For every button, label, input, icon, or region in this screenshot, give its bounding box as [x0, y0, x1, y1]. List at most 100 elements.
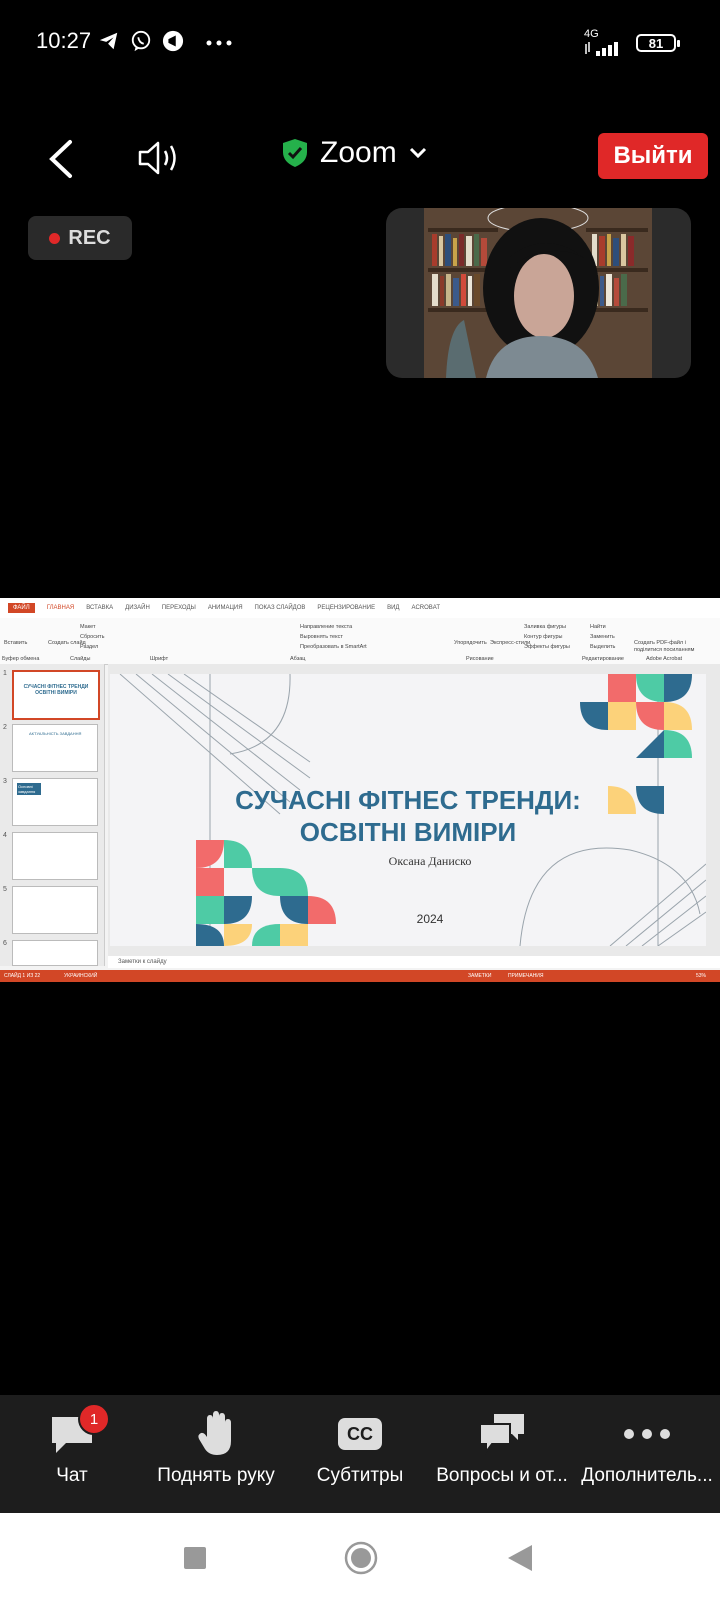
zoom-level: 53%	[696, 973, 707, 979]
ribbon-tab-animation[interactable]: АНИМАЦИЯ	[208, 605, 243, 611]
ribbon-tab-insert[interactable]: ВСТАВКА	[86, 605, 113, 611]
signal-icon	[585, 42, 618, 56]
ribbon-tabs: ФАЙЛ ГЛАВНАЯ ВСТАВКА ДИЗАЙН ПЕРЕХОДЫ АНИ…	[0, 598, 720, 618]
hand-icon	[198, 1411, 231, 1455]
meeting-title-label: Zoom	[320, 136, 397, 169]
recording-label: REC	[68, 226, 111, 249]
ribbon-shape-outline[interactable]: Контур фигуры	[524, 634, 562, 640]
slide-thumbnails[interactable]: 1 СУЧАСНІ ФІТНЕС ТРЕНДИ ОСВІТНІ ВИМІРИ 2…	[0, 664, 105, 966]
leave-button[interactable]: Выйти	[598, 133, 708, 179]
subtitles-button[interactable]: CC Субтитры	[310, 1395, 410, 1513]
slide-thumbnail[interactable]	[12, 940, 98, 966]
ribbon-text-direction[interactable]: Направление текста	[300, 624, 352, 630]
comments-toggle[interactable]: ПРИМЕЧАНИЯ	[508, 970, 544, 982]
cc-icon: CC	[338, 1418, 382, 1450]
slide-counter: СЛАЙД 1 ИЗ 22	[4, 973, 41, 979]
ribbon-tab-acrobat[interactable]: ACROBAT	[411, 605, 440, 611]
raise-hand-label: Поднять руку	[157, 1465, 275, 1486]
telegram-icon	[99, 32, 118, 50]
ribbon-tab-file[interactable]: ФАЙЛ	[8, 603, 35, 613]
slide-number: 6	[3, 940, 7, 947]
more-dots-icon	[206, 40, 232, 46]
slide-number: 5	[3, 886, 7, 893]
back-chevron-icon[interactable]	[46, 138, 74, 180]
slide-thumbnail[interactable]: АКТУАЛЬНІСТЬ ЗАВДАННЯ	[12, 724, 98, 772]
ribbon-tab-review[interactable]: РЕЦЕНЗИРОВАНИЕ	[317, 605, 375, 611]
thumb-title: Основні завдання	[17, 783, 41, 795]
slide-editor[interactable]: СУЧАСНІ ФІТНЕС ТРЕНДИ: ОСВІТНІ ВИМІРИ Ок…	[108, 664, 720, 956]
meeting-toolbar: 1 Чат Поднять руку CC Субтитры Вопросы и…	[0, 1395, 720, 1513]
shared-screen[interactable]: ФАЙЛ ГЛАВНАЯ ВСТАВКА ДИЗАЙН ПЕРЕХОДЫ АНИ…	[0, 598, 720, 982]
slide-thumbnail[interactable]: Основні завдання	[12, 778, 98, 826]
slide-number: 2	[3, 724, 7, 731]
slide-thumbnail[interactable]: СУЧАСНІ ФІТНЕС ТРЕНДИ ОСВІТНІ ВИМІРИ	[12, 670, 100, 720]
qa-bubbles-icon	[479, 1414, 524, 1455]
current-slide[interactable]: СУЧАСНІ ФІТНЕС ТРЕНДИ: ОСВІТНІ ВИМІРИ Ок…	[110, 674, 706, 946]
ribbon-tab-view[interactable]: ВИД	[387, 605, 399, 611]
ribbon-group-font: Шрифт	[150, 656, 169, 662]
ribbon-shape-fill[interactable]: Заливка фигуры	[524, 624, 566, 630]
ribbon-paste[interactable]: Вставить	[4, 640, 27, 646]
qa-button[interactable]: Вопросы и от...	[432, 1395, 572, 1513]
battery-icon: 81	[636, 34, 680, 52]
app-status-bar: СЛАЙД 1 ИЗ 22 УКРАИНСКИЙ ЗАМЕТКИ ПРИМЕЧА…	[0, 970, 720, 982]
chat-button[interactable]: 1 Чат	[40, 1395, 110, 1513]
subtitles-label: Субтитры	[316, 1465, 404, 1486]
ribbon-create-pdf[interactable]: Создать PDF-файл і поділитися посиланням	[634, 640, 714, 654]
slide-number: 1	[3, 670, 7, 677]
ribbon-group-acrobat: Adobe Acrobat	[646, 656, 683, 662]
chat-label: Чат	[56, 1465, 88, 1486]
slide-thumbnail[interactable]	[12, 832, 98, 880]
status-time: 10:27	[36, 28, 92, 53]
ribbon-tab-home[interactable]: ГЛАВНАЯ	[47, 605, 75, 611]
ribbon-tab-slideshow[interactable]: ПОКАЗ СЛАЙДОВ	[255, 605, 306, 611]
ribbon-layout[interactable]: Макет	[80, 624, 96, 630]
ribbon-align-text[interactable]: Выровнять текст	[300, 634, 343, 640]
slide-thumbnail[interactable]	[12, 886, 98, 934]
slide-number: 3	[3, 778, 7, 785]
more-label: Дополнитель...	[581, 1465, 713, 1486]
participant-video[interactable]	[386, 208, 691, 378]
raise-hand-button[interactable]: Поднять руку	[150, 1395, 282, 1513]
language-indicator: УКРАИНСКИЙ	[64, 973, 98, 979]
more-button[interactable]: Дополнитель...	[578, 1395, 716, 1513]
nav-square-icon[interactable]	[184, 1547, 206, 1569]
notification-icon	[162, 30, 184, 52]
ribbon-reset[interactable]: Сбросить	[80, 634, 104, 640]
ribbon-group-editing: Редактирование	[582, 656, 624, 662]
ribbon-find[interactable]: Найти	[590, 624, 606, 630]
more-icon	[624, 1429, 670, 1439]
record-dot-icon	[49, 232, 61, 244]
ribbon-smartart[interactable]: Преобразовать в SmartArt	[300, 644, 367, 650]
ribbon-replace[interactable]: Заменить	[590, 634, 615, 640]
chevron-down-icon	[409, 147, 426, 159]
thumb-title: СУЧАСНІ ФІТНЕС ТРЕНДИ ОСВІТНІ ВИМІРИ	[23, 684, 89, 696]
qa-label: Вопросы и от...	[436, 1465, 568, 1486]
slide-year[interactable]: 2024	[390, 912, 470, 926]
slide-title[interactable]: СУЧАСНІ ФІТНЕС ТРЕНДИ: ОСВІТНІ ВИМІРИ	[198, 784, 618, 848]
thumb-title: АКТУАЛЬНІСТЬ ЗАВДАННЯ	[29, 731, 82, 736]
ribbon-arrange[interactable]: Упорядочить	[454, 640, 487, 646]
speaker-icon[interactable]	[136, 138, 182, 178]
nav-home-icon[interactable]	[344, 1541, 378, 1575]
nav-back-icon[interactable]	[508, 1545, 532, 1571]
shield-check-icon	[283, 139, 307, 167]
ribbon-body: Вставить Создать слайд Макет Сбросить Ра…	[0, 618, 720, 665]
ribbon-group-slides: Слайды	[70, 656, 91, 662]
recording-badge: REC	[28, 216, 132, 260]
notes-toggle[interactable]: ЗАМЕТКИ	[468, 970, 491, 982]
ribbon-section[interactable]: Раздел	[80, 644, 98, 650]
system-nav-bar	[0, 1513, 720, 1600]
ribbon-select[interactable]: Выделить	[590, 644, 615, 650]
notes-pane[interactable]: Заметки к слайду	[108, 956, 720, 968]
ribbon-group-paragraph: Абзац	[290, 656, 306, 662]
chat-unread-badge: 1	[78, 1403, 110, 1435]
ribbon-group-drawing: Рисование	[466, 656, 494, 662]
slide-title-line2: ОСВІТНІ ВИМІРИ	[299, 817, 517, 847]
viber-icon	[131, 30, 151, 52]
ribbon-tab-transitions[interactable]: ПЕРЕХОДЫ	[162, 605, 196, 611]
meeting-title[interactable]: Zoom	[282, 136, 427, 170]
ribbon-shape-effects[interactable]: Эффекты фигуры	[524, 644, 570, 650]
ribbon-tab-design[interactable]: ДИЗАЙН	[125, 605, 150, 611]
slide-author[interactable]: Оксана Даниско	[340, 854, 520, 869]
